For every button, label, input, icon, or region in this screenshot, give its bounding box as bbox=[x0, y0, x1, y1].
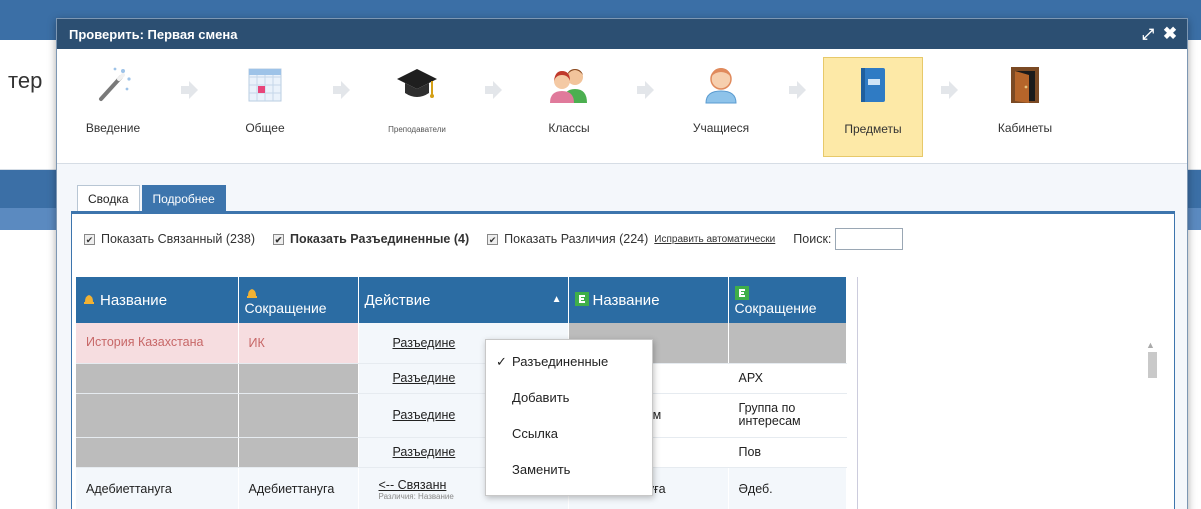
expand-icon[interactable]: ⤢ bbox=[1137, 26, 1159, 43]
step-label: Учащиеся bbox=[692, 121, 750, 135]
menu-item-link[interactable]: Ссылка bbox=[486, 426, 652, 462]
chevron-right-icon bbox=[315, 57, 367, 157]
chevron-right-icon bbox=[619, 57, 671, 157]
subject-e-icon bbox=[574, 291, 589, 306]
action-link[interactable]: Разъедине bbox=[393, 336, 456, 350]
cell-abbr-right: Группа по интересам bbox=[728, 393, 847, 438]
step-classes[interactable]: Классы bbox=[519, 57, 619, 157]
close-icon[interactable]: ✖ bbox=[1159, 24, 1181, 44]
magic-wand-icon bbox=[91, 63, 135, 107]
tab-details[interactable]: Подробнее bbox=[141, 185, 226, 211]
action-link[interactable]: Разъедине bbox=[393, 445, 456, 459]
fix-automatically-link[interactable]: Исправить автоматически bbox=[654, 234, 775, 245]
bell-icon bbox=[82, 292, 96, 306]
chevron-right-icon bbox=[467, 57, 519, 157]
column-header-action[interactable]: Действие ▲ bbox=[358, 277, 569, 323]
subject-e-icon bbox=[734, 285, 749, 300]
table-row[interactable]: Разъедине по ам Группа по интересам bbox=[76, 393, 847, 438]
dialog-titlebar: Проверить: Первая смена ⤢ ✖ bbox=[57, 19, 1187, 49]
search-label: Поиск: bbox=[793, 232, 832, 246]
tab-summary[interactable]: Сводка bbox=[77, 185, 140, 211]
menu-item-add[interactable]: Добавить bbox=[486, 390, 652, 426]
background-title-fragment: тер bbox=[8, 68, 43, 93]
step-intro[interactable]: Введение bbox=[63, 57, 163, 157]
cell-name-left bbox=[76, 363, 239, 394]
chevron-right-icon bbox=[771, 57, 823, 157]
people-icon bbox=[547, 63, 591, 107]
action-context-menu: ✓ Разъединенные Добавить Ссылка Заменить bbox=[485, 339, 653, 496]
cell-abbr-right: АРХ bbox=[728, 363, 847, 394]
table-row[interactable]: Адебиеттануга Адебиеттануга <-- Связанн Р… bbox=[76, 467, 847, 509]
checkbox-checked-icon: ✔ bbox=[273, 233, 285, 245]
checkbox-checked-icon: ✔ bbox=[487, 233, 499, 245]
table-row[interactable]: История Казахстана ИК Разъедине bbox=[76, 323, 847, 364]
step-teachers[interactable]: Преподаватели bbox=[367, 57, 467, 157]
column-header-abbr-right[interactable]: Сокращение bbox=[728, 277, 847, 323]
step-rooms[interactable]: Кабинеты bbox=[975, 57, 1075, 157]
chevron-right-icon bbox=[163, 57, 215, 157]
cell-name-left bbox=[76, 393, 239, 438]
cell-abbr-right: Әдеб. bbox=[728, 467, 847, 509]
column-header-abbr-left[interactable]: Сокращение bbox=[238, 277, 359, 323]
cell-abbr-left: ИК bbox=[238, 323, 359, 364]
view-tabs: Сводка Подробнее bbox=[77, 185, 228, 211]
step-label: Общее bbox=[245, 121, 285, 135]
show-unlinked-checkbox[interactable]: ✔ Показать Разъединенные (4) bbox=[273, 232, 469, 246]
door-icon bbox=[1003, 63, 1047, 107]
table-row[interactable]: Разъедине АРХ bbox=[76, 363, 847, 394]
cell-abbr-right bbox=[728, 323, 847, 364]
bell-icon bbox=[245, 286, 259, 300]
cell-abbr-left bbox=[238, 437, 359, 468]
scroll-up-icon[interactable]: ▲ bbox=[1146, 340, 1155, 350]
step-label: Кабинеты bbox=[997, 121, 1053, 135]
action-link[interactable]: Разъедине bbox=[393, 371, 456, 385]
step-students[interactable]: Учащиеся bbox=[671, 57, 771, 157]
search-input[interactable] bbox=[835, 228, 904, 250]
show-differences-checkbox[interactable]: ✔ Показать Различия (224) bbox=[487, 232, 648, 246]
action-link[interactable]: Разъедине bbox=[393, 408, 456, 422]
wizard-steps: Введение Общее Преподаватели Классы Учащ… bbox=[57, 49, 1187, 164]
step-label: Введение bbox=[85, 121, 141, 135]
vertical-scrollbar-thumb[interactable] bbox=[1148, 352, 1157, 378]
column-header-name-left[interactable]: Название bbox=[76, 277, 239, 323]
student-icon bbox=[699, 63, 743, 107]
cell-abbr-left bbox=[238, 393, 359, 438]
sort-asc-icon: ▲ bbox=[551, 294, 562, 305]
cell-abbr-left: Адебиеттануга bbox=[238, 467, 359, 509]
cell-abbr-right: Пов bbox=[728, 437, 847, 468]
checkmark-icon: ✓ bbox=[496, 354, 507, 369]
action-link[interactable]: <-- Связанн bbox=[379, 478, 447, 492]
menu-item-replace[interactable]: Заменить bbox=[486, 462, 652, 498]
calendar-grid-icon bbox=[243, 63, 287, 107]
step-general[interactable]: Общее bbox=[215, 57, 315, 157]
column-header-name-right[interactable]: Название bbox=[568, 277, 729, 323]
step-label: Предметы bbox=[844, 122, 902, 136]
menu-item-unlinked[interactable]: ✓ Разъединенные bbox=[486, 354, 652, 390]
filter-bar: ✔ Показать Связанный (238) ✔ Показать Разъ… bbox=[84, 228, 904, 250]
step-subjects[interactable]: Предметы bbox=[823, 57, 923, 157]
table-header-row: Название Сокращение Действие ▲ Название С… bbox=[76, 277, 847, 323]
step-label: Классы bbox=[548, 121, 590, 135]
comparison-grid: Название Сокращение Действие ▲ Название С… bbox=[76, 277, 858, 509]
cell-name-left: История Казахстана bbox=[76, 323, 239, 364]
comparison-table: Название Сокращение Действие ▲ Название С… bbox=[76, 277, 847, 509]
step-label: Преподаватели bbox=[388, 125, 446, 134]
show-linked-checkbox[interactable]: ✔ Показать Связанный (238) bbox=[84, 232, 255, 246]
checkbox-checked-icon: ✔ bbox=[84, 233, 95, 245]
table-row[interactable]: Разъедине ние Пов bbox=[76, 437, 847, 468]
book-icon bbox=[851, 64, 895, 108]
cell-name-left bbox=[76, 437, 239, 468]
dialog-title: Проверить: Первая смена bbox=[69, 26, 238, 42]
graduation-cap-icon bbox=[395, 63, 439, 107]
cell-name-left: Адебиеттануга bbox=[76, 467, 239, 509]
chevron-right-icon bbox=[923, 57, 975, 157]
cell-abbr-left bbox=[238, 363, 359, 394]
